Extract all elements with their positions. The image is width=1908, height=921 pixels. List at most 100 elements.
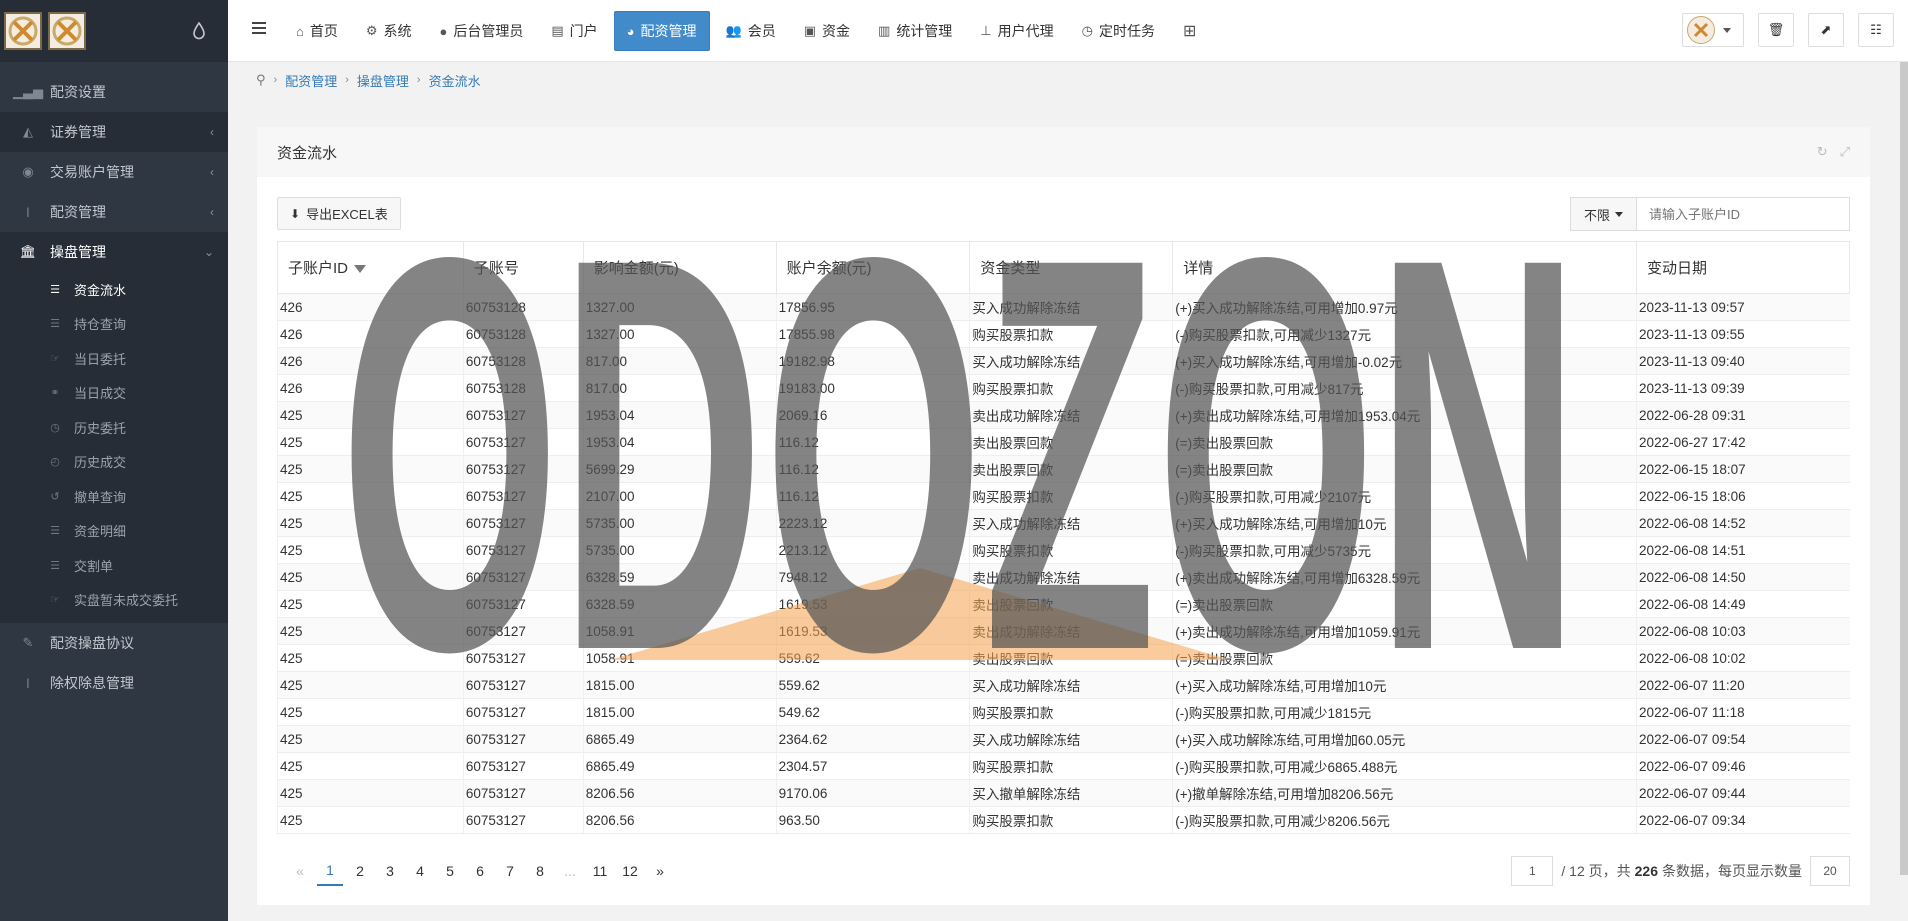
column-header[interactable]: 子账户ID xyxy=(277,241,464,294)
export-excel-button[interactable]: ⬇ 导出EXCEL表 xyxy=(277,197,401,230)
sidebar-subitem-history-orders[interactable]: ◷ 历史委托 xyxy=(0,410,228,445)
page-button[interactable]: 7 xyxy=(497,856,523,886)
sidebar-subitem-pending-orders[interactable]: ☞ 实盘暂未成交委托 xyxy=(0,583,228,618)
table-cell: 2022-06-08 10:02 xyxy=(1636,644,1850,672)
page-button[interactable]: 11 xyxy=(587,856,613,886)
sidebar: ▁▃▅ 配资设置 ◭ 证券管理 ‹ ◉ 交易账户管理 ‹ ǀ 配资管理 ‹ 🏛 … xyxy=(0,0,228,921)
table-cell: 1619.53 xyxy=(775,590,970,618)
table-cell: 60753127 xyxy=(462,644,584,672)
column-header-label: 影响金额(元) xyxy=(593,260,679,277)
menu-toggle-icon[interactable] xyxy=(252,22,266,36)
tab-peizi-management[interactable]: ◕ 配资管理 xyxy=(613,11,710,51)
page-button[interactable]: 5 xyxy=(437,856,463,886)
apps-grid-icon[interactable]: ⊞ xyxy=(1171,11,1214,51)
sidebar-subitem-positions[interactable]: ☰ 持仓查询 xyxy=(0,307,228,342)
table-cell: 2022-06-08 14:52 xyxy=(1636,509,1850,537)
tab-members[interactable]: 👥 会员 xyxy=(714,11,788,51)
next-page-button[interactable]: » xyxy=(647,856,673,886)
page-button[interactable]: 3 xyxy=(377,856,403,886)
table-cell: 2023-11-13 09:57 xyxy=(1636,293,1850,321)
sidebar-item-peizi-settings[interactable]: ▁▃▅ 配资设置 xyxy=(0,72,228,112)
page-button[interactable]: 4 xyxy=(407,856,433,886)
page-ellipsis: ... xyxy=(564,863,576,879)
table-cell: 425 xyxy=(277,428,464,456)
newspaper-icon: ▤ xyxy=(551,23,564,38)
column-header[interactable]: 资金类型 xyxy=(969,241,1174,294)
home-icon: ⌂ xyxy=(296,23,304,39)
user-menu-button[interactable] xyxy=(1682,13,1744,47)
avatar xyxy=(1687,16,1715,44)
filter-icon[interactable] xyxy=(354,265,367,274)
table-cell: 2304.57 xyxy=(775,752,970,780)
sidebar-item-trade-accounts[interactable]: ◉ 交易账户管理 ‹ xyxy=(0,152,228,192)
table-cell: 6328.59 xyxy=(582,563,777,591)
page-button[interactable]: 6 xyxy=(467,856,493,886)
page-button[interactable]: 8 xyxy=(527,856,553,886)
sidebar-subitem-label: 历史委托 xyxy=(74,420,127,436)
table-cell: 购买股票扣款 xyxy=(969,374,1173,402)
column-header[interactable]: 影响金额(元) xyxy=(582,241,777,294)
sidebar-item-securities[interactable]: ◭ 证券管理 ‹ xyxy=(0,112,228,152)
trash-button[interactable]: 🗑 xyxy=(1758,13,1794,47)
tab-agents[interactable]: ⊥ 用户代理 xyxy=(968,11,1065,51)
table-cell: 2022-06-08 10:03 xyxy=(1636,617,1850,645)
page-scrollbar-thumb[interactable] xyxy=(1900,62,1908,875)
table-cell: 2022-06-28 09:31 xyxy=(1636,401,1850,429)
subaccount-search-input[interactable] xyxy=(1636,197,1850,231)
breadcrumb-current[interactable]: 资金流水 xyxy=(429,71,481,90)
sidebar-item-trading-agreement[interactable]: ✎ 配资操盘协议 xyxy=(0,623,228,663)
sidebar-subitem-today-deals[interactable]: ⚭ 当日成交 xyxy=(0,376,228,411)
sidebar-subitem-today-orders[interactable]: ☞ 当日委托 xyxy=(0,341,228,376)
tab-system[interactable]: ⚙ 系统 xyxy=(354,11,424,51)
table-cell: 817.00 xyxy=(582,347,777,375)
page-button[interactable]: 1 xyxy=(317,856,343,886)
sidebar-item-trading-management[interactable]: 🏛 操盘管理 ⌄ xyxy=(0,232,228,272)
tab-label: 会员 xyxy=(747,23,776,39)
settings-panel-button[interactable]: ☷ xyxy=(1858,13,1894,47)
sidebar-subitem-history-deals[interactable]: ◴ 历史成交 xyxy=(0,445,228,480)
column-header[interactable]: 详情 xyxy=(1172,241,1638,294)
tab-statistics[interactable]: ▥ 统计管理 xyxy=(866,11,964,51)
sidebar-item-ex-rights[interactable]: ǀ 除权除息管理 xyxy=(0,663,228,703)
breadcrumb-link[interactable]: 配资管理 xyxy=(285,71,337,90)
column-header[interactable]: 变动日期 xyxy=(1636,241,1850,294)
column-header-label: 账户余额(元) xyxy=(786,260,872,277)
tab-home[interactable]: ⌂ 首页 xyxy=(284,11,350,51)
refresh-icon[interactable]: ↻ xyxy=(1817,144,1828,160)
prev-page-button[interactable]: « xyxy=(287,856,313,886)
tab-admins[interactable]: ● 后台管理员 xyxy=(428,11,536,51)
page-button[interactable]: 12 xyxy=(617,856,643,886)
sidebar-subitem-cancel-query[interactable]: ↺ 撤单查询 xyxy=(0,479,228,514)
external-link-button[interactable]: ⬈ xyxy=(1808,13,1844,47)
page-button[interactable]: 2 xyxy=(347,856,373,886)
page-jump-input[interactable]: 1 xyxy=(1511,856,1554,886)
page-scrollbar[interactable] xyxy=(1900,62,1908,875)
table-cell: 60753128 xyxy=(462,320,584,348)
sidebar-subitem-fund-details[interactable]: ☰ 资金明细 xyxy=(0,514,228,549)
column-header-label: 子账号 xyxy=(473,260,519,277)
sidebar-item-label: 交易账户管理 xyxy=(50,164,134,180)
table-cell: 2022-06-07 09:54 xyxy=(1636,725,1850,753)
tab-scheduled-tasks[interactable]: ◷ 定时任务 xyxy=(1070,11,1167,51)
tab-label: 首页 xyxy=(309,23,338,39)
fullscreen-icon[interactable]: ⤢ xyxy=(1840,144,1850,160)
sidebar-subitem-label: 当日成交 xyxy=(74,386,127,402)
tint-icon[interactable] xyxy=(192,22,206,40)
sidebar-item-peizi-management[interactable]: ǀ 配资管理 ‹ xyxy=(0,192,228,232)
sidebar-subitem-fund-flow[interactable]: ☰ 资金流水 xyxy=(0,272,228,307)
sidebar-subitem-delivery[interactable]: ☰ 交割单 xyxy=(0,548,228,583)
page-size-input[interactable]: 20 xyxy=(1810,856,1850,886)
list-icon: ☰ xyxy=(50,559,60,572)
breadcrumb-link[interactable]: 操盘管理 xyxy=(357,71,409,90)
page-info: 1 / 12 页，共 226 条数据，每页显示数量 20 xyxy=(1511,855,1850,887)
sidebar-item-label: 配资操盘协议 xyxy=(50,635,134,651)
filter-dropdown[interactable]: 不限 xyxy=(1570,197,1636,231)
external-link-icon: ⬈ xyxy=(1820,22,1832,37)
tab-funds[interactable]: ▣ 资金 xyxy=(792,11,862,51)
table-row: 426 60753128 1327.00 17855.98 购买股票扣款 (-)购买股票扣… xyxy=(277,320,1850,348)
sitemap-icon: ⊥ xyxy=(980,23,992,38)
tab-portal[interactable]: ▤ 门户 xyxy=(539,11,609,51)
column-header[interactable]: 账户余额(元) xyxy=(775,241,971,294)
column-header-label: 资金类型 xyxy=(980,260,1041,277)
column-header[interactable]: 子账号 xyxy=(462,241,584,294)
